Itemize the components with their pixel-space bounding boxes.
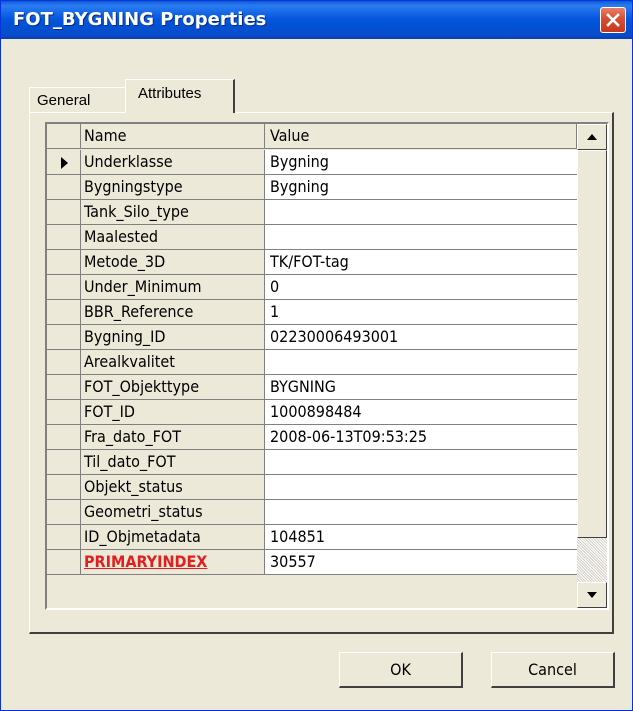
row-selector[interactable] — [47, 175, 81, 200]
dialog-title: FOT_BYGNING Properties — [13, 9, 267, 30]
attribute-name-cell: FOT_Objekttype — [81, 375, 265, 400]
grid-header-row: Name Value — [47, 124, 587, 149]
close-icon — [606, 13, 620, 27]
column-header-name[interactable]: Name — [81, 124, 265, 149]
tab-general[interactable]: General — [33, 89, 94, 113]
row-selector[interactable] — [47, 300, 81, 325]
table-row[interactable]: Under_Minimum 0 — [47, 275, 587, 300]
attribute-value-cell[interactable]: 104851 — [265, 525, 577, 550]
row-selector[interactable] — [47, 525, 81, 550]
header-corner — [47, 124, 81, 149]
row-selector[interactable] — [47, 550, 81, 575]
cancel-button[interactable]: Cancel — [491, 652, 615, 688]
attribute-value-cell[interactable] — [265, 350, 577, 375]
attribute-name-cell: Til_dato_FOT — [81, 450, 265, 475]
row-selector[interactable] — [47, 425, 81, 450]
table-row[interactable]: Metode_3D TK/FOT-tag — [47, 250, 587, 275]
attribute-value-cell[interactable]: 30557 — [265, 550, 577, 575]
table-row[interactable]: Geometri_status — [47, 500, 587, 525]
table-row[interactable]: Arealkvalitet — [47, 350, 587, 375]
attribute-name-cell: BBR_Reference — [81, 300, 265, 325]
attribute-value-cell[interactable]: 2008-06-13T09:53:25 — [265, 425, 577, 450]
attribute-name-cell: Underklasse — [81, 150, 265, 175]
table-row[interactable]: Bygning_ID 02230006493001 — [47, 325, 587, 350]
attribute-name-cell: Maalested — [81, 225, 265, 250]
row-selector[interactable] — [47, 250, 81, 275]
attribute-value-cell[interactable]: 02230006493001 — [265, 325, 577, 350]
attribute-name-cell: FOT_ID — [81, 400, 265, 425]
row-selector[interactable] — [47, 325, 81, 350]
attribute-value-cell[interactable]: 1 — [265, 300, 577, 325]
attribute-name-cell: Fra_dato_FOT — [81, 425, 265, 450]
attributes-grid: Name Value Underklasse Bygning Bygningstyp… — [45, 122, 609, 610]
scroll-thumb[interactable] — [577, 150, 607, 538]
attribute-name-cell: PRIMARYINDEX — [81, 550, 265, 575]
attribute-name-cell: Under_Minimum — [81, 275, 265, 300]
row-selector[interactable] — [47, 400, 81, 425]
table-row[interactable]: PRIMARYINDEX 30557 — [47, 550, 587, 575]
row-selector[interactable] — [47, 150, 81, 175]
table-row[interactable]: Tank_Silo_type — [47, 200, 587, 225]
table-row[interactable]: Til_dato_FOT — [47, 450, 587, 475]
row-selector[interactable] — [47, 375, 81, 400]
attribute-value-cell[interactable]: TK/FOT-tag — [265, 250, 577, 275]
table-row[interactable]: Fra_dato_FOT 2008-06-13T09:53:25 — [47, 425, 587, 450]
table-row[interactable]: Bygningstype Bygning — [47, 175, 587, 200]
attribute-name-cell: Bygning_ID — [81, 325, 265, 350]
row-selector[interactable] — [47, 350, 81, 375]
vertical-scrollbar[interactable] — [577, 124, 607, 608]
attribute-value-cell[interactable] — [265, 475, 577, 500]
attribute-value-cell[interactable]: 0 — [265, 275, 577, 300]
scroll-track[interactable] — [577, 538, 607, 582]
attribute-name-cell: Metode_3D — [81, 250, 265, 275]
table-row[interactable]: Objekt_status — [47, 475, 587, 500]
row-selector[interactable] — [47, 225, 81, 250]
row-selector[interactable] — [47, 500, 81, 525]
tab-attributes[interactable]: Attributes — [125, 79, 235, 113]
attribute-value-cell[interactable]: BYGNING — [265, 375, 577, 400]
row-selector[interactable] — [47, 275, 81, 300]
close-button[interactable] — [600, 7, 626, 33]
attribute-name-cell: Arealkvalitet — [81, 350, 265, 375]
attribute-value-cell[interactable] — [265, 200, 577, 225]
column-header-value[interactable]: Value — [265, 124, 577, 149]
row-selector[interactable] — [47, 200, 81, 225]
properties-dialog: FOT_BYGNING Properties General Attribute… — [0, 0, 633, 711]
scroll-down-button[interactable] — [577, 582, 607, 608]
table-row[interactable]: ID_Objmetadata 104851 — [47, 525, 587, 550]
attribute-value-cell[interactable] — [265, 225, 577, 250]
attribute-name-cell: Tank_Silo_type — [81, 200, 265, 225]
row-selector[interactable] — [47, 450, 81, 475]
arrow-down-icon — [587, 592, 597, 598]
table-row[interactable]: FOT_Objekttype BYGNING — [47, 375, 587, 400]
attribute-value-cell[interactable]: 1000898484 — [265, 400, 577, 425]
attribute-value-cell[interactable]: Bygning — [265, 150, 577, 175]
row-selector[interactable] — [47, 475, 81, 500]
attribute-name-cell: ID_Objmetadata — [81, 525, 265, 550]
ok-button[interactable]: OK — [339, 652, 463, 688]
attribute-name-cell: Objekt_status — [81, 475, 265, 500]
current-row-icon — [61, 157, 68, 169]
table-row[interactable]: Maalested — [47, 225, 587, 250]
table-row[interactable]: FOT_ID 1000898484 — [47, 400, 587, 425]
attribute-name-cell: Geometri_status — [81, 500, 265, 525]
attribute-value-cell[interactable] — [265, 450, 577, 475]
scroll-up-button[interactable] — [577, 124, 607, 150]
attribute-name-cell: Bygningstype — [81, 175, 265, 200]
table-row[interactable]: Underklasse Bygning — [47, 150, 587, 175]
attribute-value-cell[interactable]: Bygning — [265, 175, 577, 200]
attribute-value-cell[interactable] — [265, 500, 577, 525]
arrow-up-icon — [587, 134, 597, 140]
title-bar[interactable]: FOT_BYGNING Properties — [1, 1, 632, 39]
table-row[interactable]: BBR_Reference 1 — [47, 300, 587, 325]
